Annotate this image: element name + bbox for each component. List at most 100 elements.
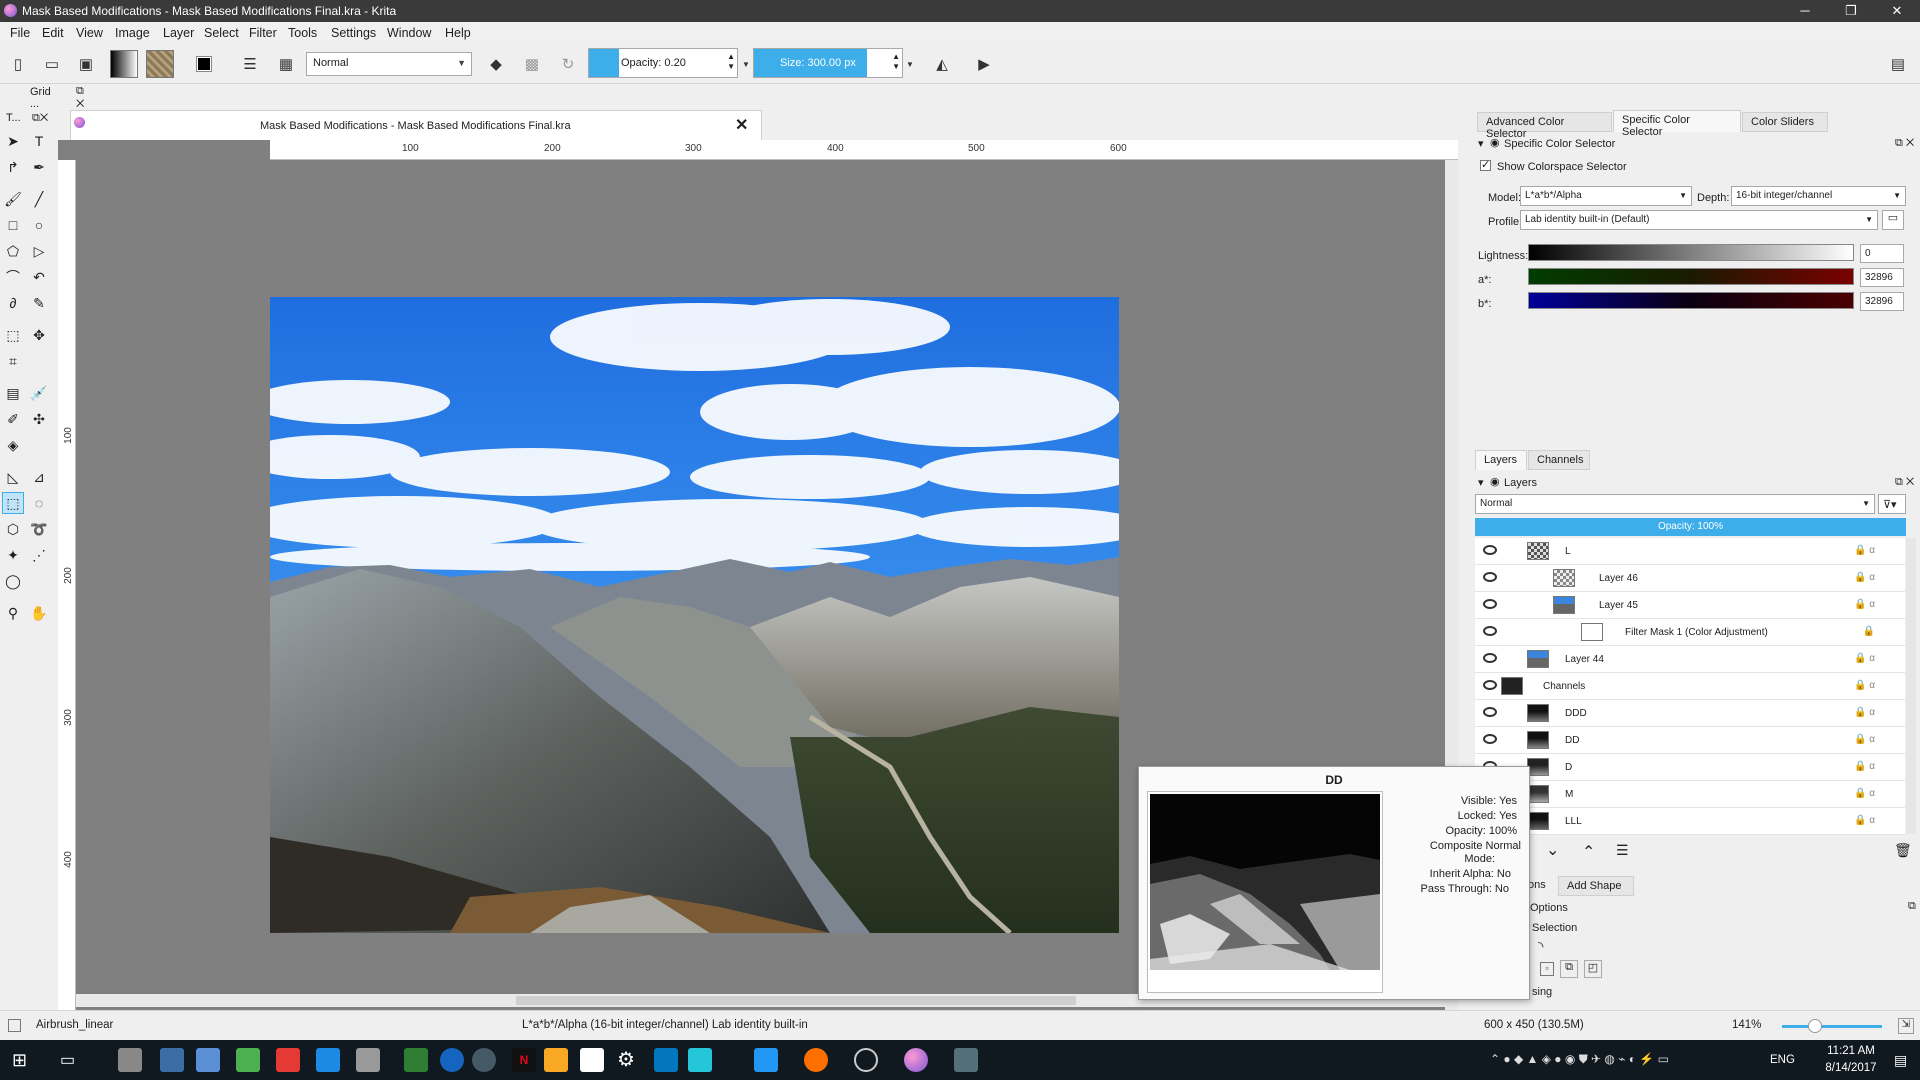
lightness-gradient-slider[interactable] (1528, 244, 1854, 261)
mirror-vertical-icon[interactable]: ▶ (970, 50, 998, 78)
tab-specific-color-selector[interactable]: Specific Color Selector (1613, 110, 1741, 138)
eraser-mode-icon[interactable]: ◆ (482, 50, 510, 78)
taskbar-app-icon[interactable] (544, 1048, 568, 1072)
visibility-eye-icon[interactable] (1483, 707, 1497, 717)
move-layer-up-icon[interactable]: ⌃ (1582, 842, 1595, 862)
colorize-mask-tool-icon[interactable]: ✐ (2, 408, 24, 430)
depth-select[interactable]: 16-bit integer/channel ▼ (1731, 186, 1906, 206)
menu-file[interactable]: File (10, 26, 30, 40)
blend-mode-select[interactable]: Normal ▼ (306, 52, 472, 76)
clock-time[interactable]: 11:21 AM (1816, 1045, 1886, 1057)
chevron-down-icon[interactable]: ▼ (904, 50, 916, 78)
bezier-selection-tool-icon[interactable]: ◯ (2, 570, 24, 592)
assistant-tool-icon[interactable]: ◺ (2, 466, 24, 488)
layer-row[interactable]: Channels 🔒 α (1475, 673, 1905, 700)
opacity-slider[interactable]: Opacity: 0.20 ▲ ▼ (588, 48, 738, 78)
lock-icon[interactable]: 🔒 α (1854, 788, 1875, 799)
zoom-slider[interactable] (1782, 1025, 1882, 1028)
new-document-icon[interactable]: ▯ (4, 50, 32, 78)
layer-row[interactable]: DD 🔒 α (1475, 727, 1905, 754)
taskbar-app-icon[interactable] (236, 1048, 260, 1072)
menu-layer[interactable]: Layer (163, 26, 194, 40)
brush-editor-icon[interactable]: ☰ (236, 50, 264, 78)
b-channel-value-field[interactable]: 32896 (1860, 292, 1904, 311)
dock-float-icon[interactable]: ⧉ ✕ (1895, 137, 1914, 150)
lock-icon[interactable]: 🔒 (1863, 626, 1875, 637)
clock-date[interactable]: 8/14/2017 (1816, 1062, 1886, 1074)
open-folder-icon[interactable]: ▭ (38, 50, 66, 78)
edit-shapes-tool-icon[interactable]: ↱ (2, 156, 24, 178)
fg-bg-color-icon[interactable] (190, 50, 218, 78)
size-slider[interactable]: Size: 300.00 px ▲ ▼ (753, 48, 903, 78)
scrollbar-handle[interactable] (516, 996, 1076, 1005)
system-tray-icons[interactable]: ⌃ ● ◆ ▲ ◈ ● ◉ ⛊ ✈ ◍ ⌁ ◐ ⚡ ▭ (1490, 1052, 1669, 1067)
lock-icon[interactable]: 🔒 α (1854, 680, 1875, 691)
menu-filter[interactable]: Filter (249, 26, 277, 40)
taskbar-app-icon[interactable] (654, 1048, 678, 1072)
similar-selection-tool-icon[interactable]: ⋰ (28, 544, 50, 566)
menu-view[interactable]: View (76, 26, 103, 40)
zoom-slider-handle[interactable] (1808, 1019, 1822, 1033)
save-icon[interactable]: ▣ (72, 50, 100, 78)
visibility-eye-icon[interactable] (1483, 680, 1497, 690)
store-icon[interactable] (580, 1048, 604, 1072)
pattern-preset-button[interactable] (146, 50, 174, 78)
fill-tool-icon[interactable]: ◈ (2, 434, 24, 456)
input-language[interactable]: ENG (1770, 1054, 1795, 1066)
lightness-value-field[interactable]: 0 (1860, 244, 1904, 263)
taskbar-app-icon[interactable] (276, 1048, 300, 1072)
text-tool-icon[interactable]: T (28, 130, 50, 152)
dock-float-icon[interactable]: ⧉ (1908, 900, 1916, 913)
preserve-alpha-icon[interactable]: ▩ (518, 50, 546, 78)
menu-edit[interactable]: Edit (42, 26, 64, 40)
taskbar-app-icon[interactable] (954, 1048, 978, 1072)
minimize-button[interactable]: ─ (1782, 0, 1828, 22)
tab-layers[interactable]: Layers (1475, 450, 1527, 470)
freehand-selection-tool-icon[interactable]: ➰ (28, 518, 50, 540)
visibility-eye-icon[interactable] (1483, 626, 1497, 636)
pan-tool-icon[interactable]: ✋ (28, 602, 50, 624)
close-button[interactable]: ✕ (1874, 0, 1920, 22)
show-colorspace-checkbox[interactable]: ✓ (1480, 160, 1491, 171)
layer-properties-icon[interactable]: ☰ (1616, 842, 1629, 859)
close-document-icon[interactable]: ✕ (735, 115, 748, 135)
move-tool-icon[interactable]: ✥ (28, 324, 50, 346)
ellipse-tool-icon[interactable]: ○ (28, 214, 50, 236)
canvas-image[interactable] (270, 297, 1119, 933)
tab-channels[interactable]: Channels (1528, 450, 1590, 470)
menu-help[interactable]: Help (445, 26, 471, 40)
measure-tool-icon[interactable]: ⊿ (28, 466, 50, 488)
tab-color-sliders[interactable]: Color Sliders (1742, 112, 1828, 132)
lock-icon[interactable]: 🔒 α (1854, 707, 1875, 718)
layer-row[interactable]: Filter Mask 1 (Color Adjustment) 🔒 (1475, 619, 1905, 646)
calligraphy-tool-icon[interactable]: ✒ (28, 156, 50, 178)
layer-row[interactable]: LLL 🔒 α (1475, 808, 1905, 835)
contiguous-selection-tool-icon[interactable]: ✦ (2, 544, 24, 566)
brush-tool-icon[interactable]: 🖌 (2, 188, 24, 210)
taskbar-app-icon[interactable] (854, 1048, 878, 1072)
layers-scrollbar[interactable] (1906, 538, 1916, 834)
layer-row[interactable]: Layer 44 🔒 α (1475, 646, 1905, 673)
layer-row[interactable]: Layer 46 🔒 α (1475, 565, 1905, 592)
mirror-horizontal-icon[interactable]: ◭ (928, 50, 956, 78)
move-layer-down-icon[interactable]: ⌄ (1546, 840, 1559, 860)
elliptical-selection-tool-icon[interactable]: ◌ (28, 492, 50, 514)
bezier-tool-icon[interactable]: ⌒ (2, 266, 24, 288)
canvas-only-toggle-icon[interactable]: ⇲ (1898, 1018, 1914, 1034)
layer-row[interactable]: Layer 45 🔒 α (1475, 592, 1905, 619)
visibility-eye-icon[interactable] (1483, 572, 1497, 582)
restore-button[interactable]: ❐ (1828, 0, 1874, 22)
rectangle-tool-icon[interactable]: □ (2, 214, 24, 236)
transform-tool-icon[interactable]: ⬚ (2, 324, 24, 346)
taskbar-app-icon[interactable] (688, 1048, 712, 1072)
menu-image[interactable]: Image (115, 26, 150, 40)
multibrush-tool-icon[interactable]: ✎ (28, 292, 50, 314)
taskbar-app-icon[interactable] (196, 1048, 220, 1072)
gradient-preset-button[interactable] (110, 50, 138, 78)
taskbar-app-icon[interactable] (118, 1048, 142, 1072)
spin-arrows-icon[interactable]: ▲ ▼ (727, 52, 735, 72)
select-shapes-tool-icon[interactable]: ➤ (2, 130, 24, 152)
workspace-chooser-icon[interactable]: ▤ (1884, 50, 1912, 78)
dock-float-icon[interactable]: ⧉✕ (32, 112, 48, 125)
dock-float-icon[interactable]: ⧉ ✕ (1895, 476, 1914, 489)
